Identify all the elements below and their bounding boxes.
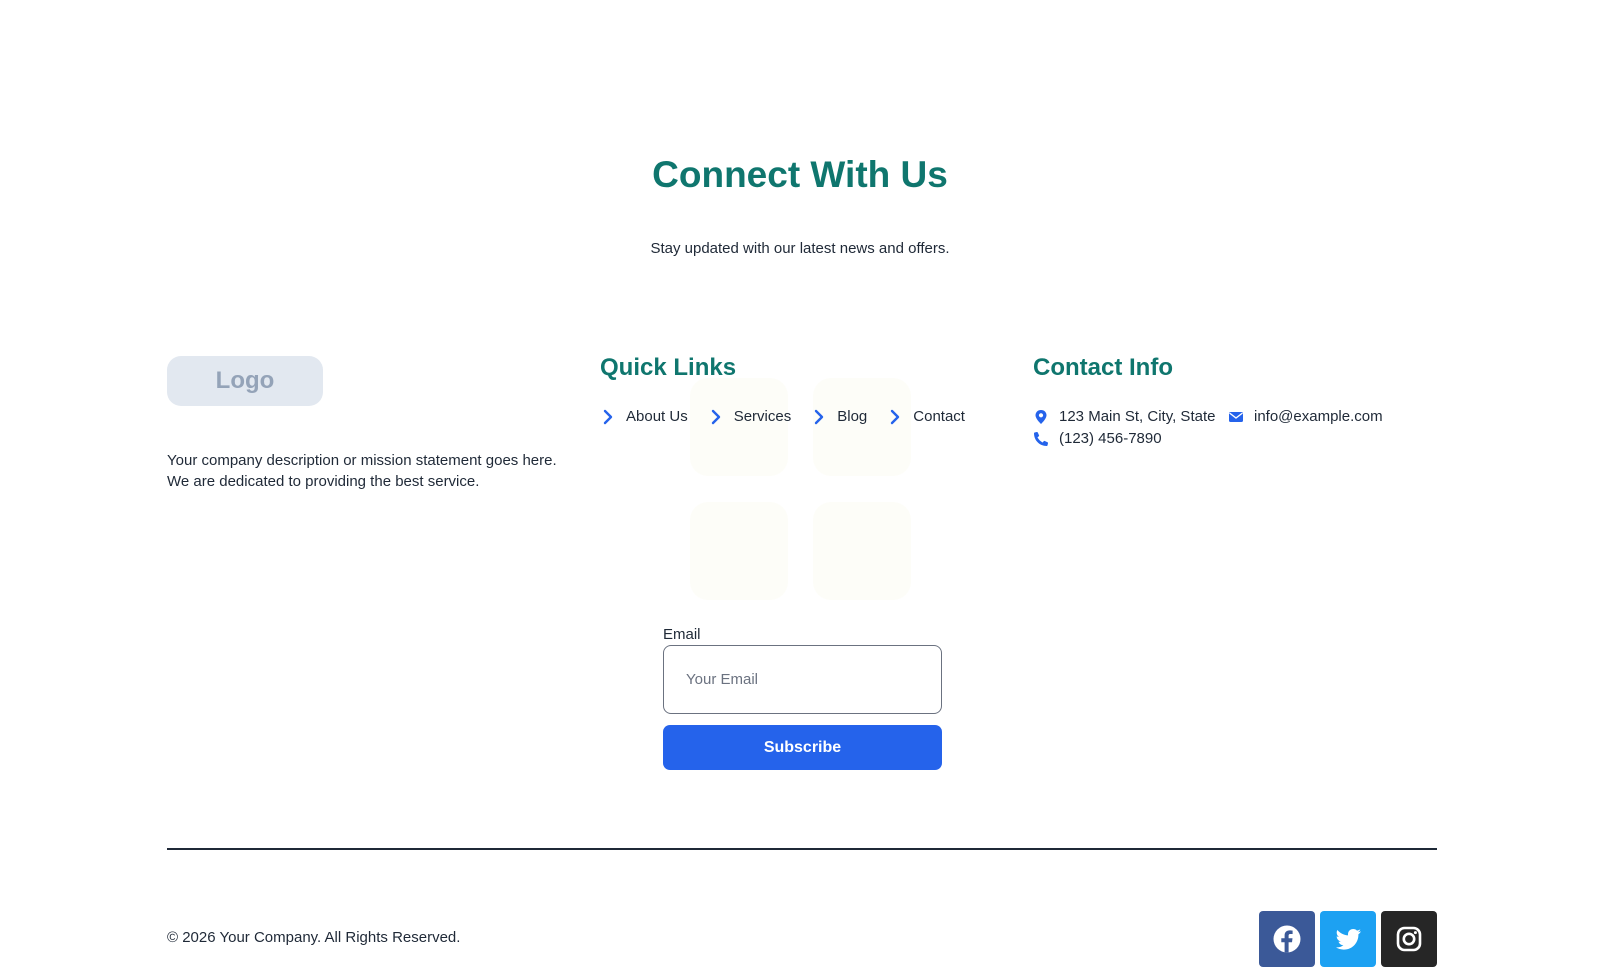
quick-link-services[interactable]: Services xyxy=(708,408,792,425)
page-title: Connect With Us xyxy=(652,154,948,195)
chevron-right-icon xyxy=(711,409,720,424)
contact-address: 123 Main St, City, State xyxy=(1033,408,1215,425)
phone-icon xyxy=(1034,431,1049,446)
decorative-tile xyxy=(690,378,788,476)
twitter-link[interactable] xyxy=(1320,911,1376,967)
email-input[interactable] xyxy=(663,645,942,714)
footer-page: Connect With Us Stay updated with our la… xyxy=(0,0,1600,978)
logo-text: Logo xyxy=(215,367,275,394)
quick-links-nav: About Us Services Blog Contact xyxy=(600,408,985,425)
decorative-tile xyxy=(813,502,911,600)
quick-link-label: About Us xyxy=(626,408,688,425)
contact-phone[interactable]: (123) 456-7890 xyxy=(1033,430,1162,447)
phone-text: (123) 456-7890 xyxy=(1059,430,1162,447)
twitter-icon xyxy=(1335,929,1361,950)
instagram-link[interactable] xyxy=(1381,911,1437,967)
quick-link-blog[interactable]: Blog xyxy=(811,408,867,425)
page-subtitle: Stay updated with our latest news and of… xyxy=(650,240,950,257)
contact-info-heading: Contact Info xyxy=(1033,354,1173,381)
quick-link-about-us[interactable]: About Us xyxy=(600,408,688,425)
logo[interactable]: Logo xyxy=(167,356,323,406)
quick-link-label: Services xyxy=(733,408,792,425)
company-description: Your company description or mission stat… xyxy=(167,452,557,490)
envelope-icon xyxy=(1229,411,1243,422)
address-text: 123 Main St, City, State xyxy=(1059,408,1216,425)
map-pin-icon xyxy=(1035,409,1047,424)
email-label: Email xyxy=(663,626,701,643)
contact-email[interactable]: info@example.com xyxy=(1228,408,1383,425)
decorative-tile xyxy=(690,502,788,600)
quick-link-contact[interactable]: Contact xyxy=(887,408,965,425)
instagram-icon xyxy=(1396,926,1422,952)
subscribe-button[interactable]: Subscribe xyxy=(663,725,942,770)
footer-divider xyxy=(167,848,1437,850)
quick-links-heading: Quick Links xyxy=(600,354,737,381)
chevron-right-icon xyxy=(891,409,900,424)
quick-link-label: Blog xyxy=(837,408,868,425)
chevron-right-icon xyxy=(603,409,613,424)
facebook-icon xyxy=(1273,925,1301,953)
chevron-right-icon xyxy=(815,409,824,424)
facebook-link[interactable] xyxy=(1259,911,1315,967)
quick-link-label: Contact xyxy=(913,408,965,425)
email-text: info@example.com xyxy=(1254,408,1383,425)
copyright-text: © 2026 Your Company. All Rights Reserved… xyxy=(167,929,461,946)
decorative-tile xyxy=(813,378,911,476)
